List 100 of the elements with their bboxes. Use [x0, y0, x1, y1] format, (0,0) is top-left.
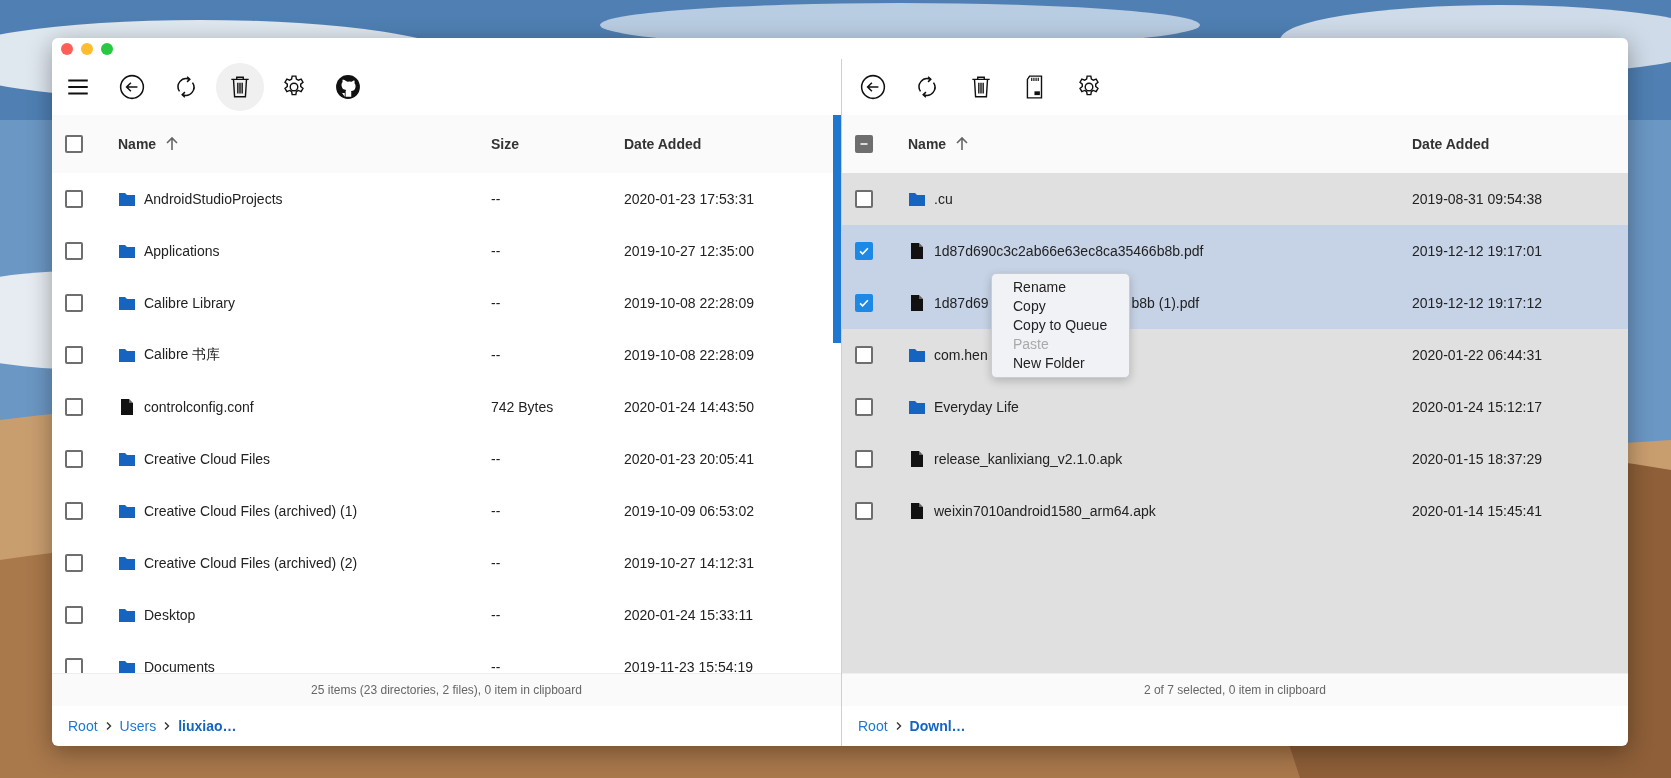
checkbox[interactable] — [65, 450, 83, 468]
file-size: -- — [491, 659, 501, 673]
breadcrumb-link[interactable]: Downl… — [909, 718, 966, 734]
folder-icon — [908, 398, 926, 416]
file-name: Creative Cloud Files (archived) (2) — [144, 555, 358, 571]
menu-item[interactable]: Rename — [992, 278, 1129, 297]
file-icon — [908, 242, 926, 260]
checkbox[interactable] — [65, 502, 83, 520]
checkbox[interactable] — [65, 190, 83, 208]
file-size: -- — [491, 607, 501, 623]
date-added: 2019-08-31 09:54:38 — [1412, 191, 1542, 207]
file-name: Creative Cloud Files — [144, 451, 271, 467]
folder-icon — [118, 190, 136, 208]
column-header[interactable]: Size — [491, 136, 519, 152]
toolbar-button[interactable] — [216, 63, 264, 111]
file-size: -- — [491, 451, 501, 467]
close-button[interactable] — [61, 42, 73, 55]
folder-icon — [118, 502, 136, 520]
status-text: 25 items (23 directories, 2 files), 0 item in clipboard — [311, 683, 582, 697]
date-added: 2019-10-27 12:35:00 — [624, 243, 754, 259]
file-name: AndroidStudioProjects — [144, 191, 283, 207]
file-size: 742 Bytes — [491, 399, 554, 415]
date-added: 2019-12-12 19:17:12 — [1412, 295, 1542, 311]
file-name: Creative Cloud Files (archived) (1) — [144, 503, 358, 519]
file-name: Calibre 书库 — [144, 346, 221, 364]
scrollbar-thumb[interactable] — [833, 115, 841, 343]
checkbox[interactable] — [65, 606, 83, 624]
checkbox[interactable] — [855, 450, 873, 468]
breadcrumb-link[interactable]: Users — [119, 718, 157, 734]
date-added: 2020-01-24 14:43:50 — [624, 399, 754, 415]
column-header[interactable]: Date Added — [1412, 136, 1490, 152]
folder-icon — [908, 346, 926, 364]
file-size: -- — [491, 503, 501, 519]
checkbox[interactable] — [65, 554, 83, 572]
folder-icon — [118, 346, 136, 364]
file-name: com.hen — [934, 347, 988, 363]
file-name: 1d87d69 — [934, 295, 989, 311]
date-added: 2020-01-23 17:53:31 — [624, 191, 754, 207]
file-icon — [908, 502, 926, 520]
date-added: 2019-10-08 22:28:09 — [624, 295, 754, 311]
selected-row[interactable]: 1d87d690c3c2ab66e63ec8ca35466b8b.pdf 2019-12-12 19:17:01 — [842, 225, 1628, 277]
column-header[interactable]: Name — [908, 136, 947, 152]
date-added: 2020-01-24 15:33:11 — [624, 607, 753, 623]
file-icon — [908, 450, 926, 468]
menu-item[interactable]: New Folder — [992, 354, 1129, 373]
breadcrumb-link[interactable]: Root — [68, 718, 98, 734]
file-name: Calibre Library — [144, 295, 236, 311]
date-added: 2020-01-23 20:05:41 — [624, 451, 754, 467]
date-added: 2020-01-22 06:44:31 — [1412, 347, 1542, 363]
file-name: Desktop — [144, 607, 196, 623]
column-header[interactable]: Date Added — [624, 136, 702, 152]
checkbox[interactable] — [65, 242, 83, 260]
status-text: 2 of 7 selected, 0 item in clipboard — [1143, 683, 1327, 697]
checkbox[interactable] — [855, 502, 873, 520]
github-icon — [335, 74, 361, 100]
file-name: controlconfig.conf — [144, 399, 254, 415]
file-name: Documents — [144, 659, 215, 673]
file-name: Everyday Life — [934, 399, 1019, 415]
date-added: 2019-10-08 22:28:09 — [624, 347, 754, 363]
back-icon — [119, 74, 145, 100]
file-size: -- — [491, 555, 501, 571]
file-icon — [118, 398, 136, 416]
file-icon — [908, 294, 926, 312]
file-name: release_kanlixiang_v2.1.0.apk — [934, 451, 1123, 467]
checkbox[interactable] — [855, 294, 873, 312]
checkbox[interactable] — [855, 190, 873, 208]
checkbox[interactable] — [65, 135, 83, 153]
file-name: 1d87d690c3c2ab66e63ec8ca35466b8b.pdf — [934, 243, 1204, 259]
breadcrumb-link[interactable]: liuxiao… — [178, 718, 237, 734]
checkbox[interactable] — [855, 135, 873, 153]
checkbox[interactable] — [855, 346, 873, 364]
date-added: 2019-10-09 06:53:02 — [624, 503, 754, 519]
date-added: 2019-11-23 15:54:19 — [624, 659, 753, 673]
checkbox[interactable] — [65, 398, 83, 416]
folder-icon — [118, 450, 136, 468]
breadcrumb-link[interactable]: Root — [858, 718, 888, 734]
file-size: -- — [491, 347, 501, 363]
file-name: Applications — [144, 243, 220, 259]
checkbox[interactable] — [65, 294, 83, 312]
checkbox[interactable] — [65, 658, 83, 673]
folder-icon — [118, 242, 136, 260]
date-added: 2020-01-14 15:45:41 — [1412, 503, 1542, 519]
folder-icon — [908, 190, 926, 208]
folder-icon — [118, 294, 136, 312]
checkbox[interactable] — [855, 398, 873, 416]
folder-icon — [118, 554, 136, 572]
checkbox[interactable] — [855, 242, 873, 260]
checkbox[interactable] — [65, 346, 83, 364]
date-added: 2019-12-12 19:17:01 — [1412, 243, 1542, 259]
folder-icon — [118, 606, 136, 624]
file-size: -- — [491, 243, 501, 259]
file-size: -- — [491, 191, 501, 207]
menu-item[interactable]: Copy — [992, 297, 1129, 316]
date-added: 2020-01-24 15:12:17 — [1412, 399, 1542, 415]
column-header[interactable]: Name — [118, 136, 157, 152]
date-added: 2019-10-27 14:12:31 — [624, 555, 754, 571]
file-name: b8b (1).pdf — [1131, 295, 1200, 311]
file-name: .cu — [934, 191, 953, 207]
back-icon — [860, 74, 886, 100]
file-name: weixin7010android1580_arm64.apk — [934, 503, 1156, 519]
